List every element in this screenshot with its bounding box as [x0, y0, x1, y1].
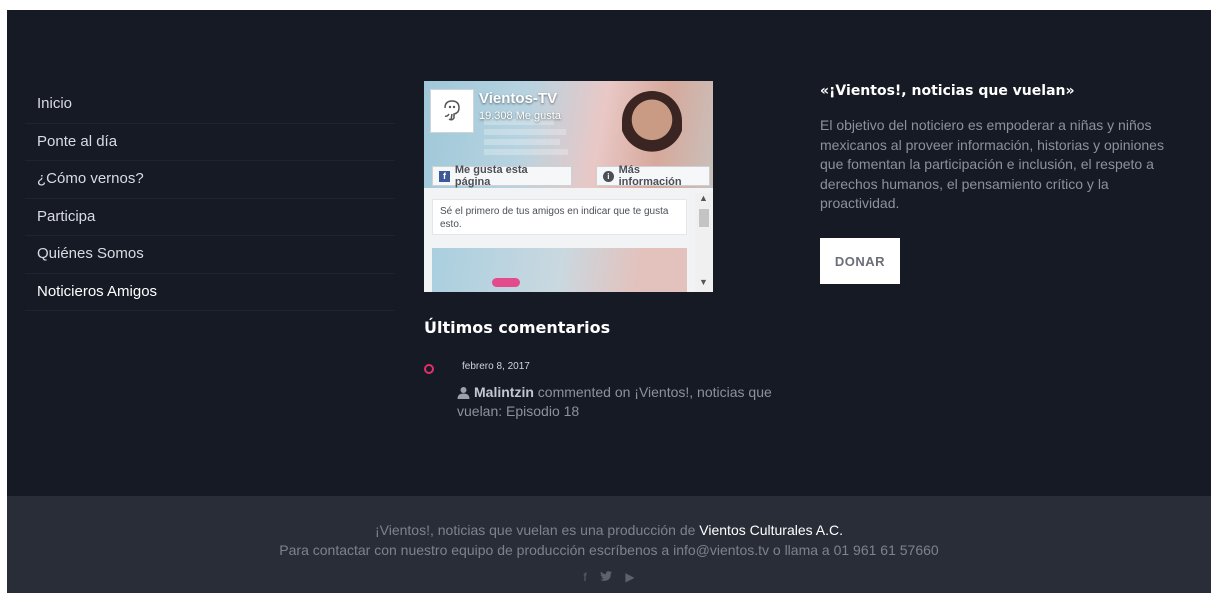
fb-page-avatar[interactable] — [430, 89, 474, 133]
twitter-icon[interactable] — [600, 570, 613, 584]
fb-like-count: 19.308 Me gusta — [479, 110, 561, 122]
footer-org-link[interactable]: Vientos Culturales A.C. — [699, 522, 843, 538]
youtube-icon[interactable]: ▶ — [625, 570, 634, 584]
nav-item-inicio[interactable]: Inicio — [25, 86, 395, 124]
nav-item-label: Quiénes Somos — [37, 245, 144, 263]
nav-item-ponte-al-dia[interactable]: Ponte al día — [25, 124, 395, 161]
footer-contact: Para contactar con nuestro equipo de pro… — [279, 542, 939, 558]
nav-item-label: Noticieros Amigos — [37, 282, 158, 300]
about-description: El objetivo del noticiero es empoderar a… — [820, 117, 1164, 211]
facebook-icon[interactable]: f — [583, 570, 586, 584]
fb-post-image[interactable] — [432, 248, 687, 292]
nav-item-label: Ponte al día — [37, 132, 118, 150]
footer-credits-text: ¡Vientos!, noticias que vuelan es una pr… — [374, 522, 696, 538]
nav-item-label: Participa — [37, 207, 96, 225]
fb-like-page-button[interactable]: f Me gusta esta página — [432, 164, 572, 188]
recent-comments-heading: Últimos comentarios — [424, 318, 611, 337]
facebook-page-widget: Vientos-TV 19.308 Me gusta f Me gusta es… — [424, 81, 713, 292]
chevron-down-icon[interactable]: ▼ — [699, 277, 708, 287]
cover-stripe — [484, 149, 568, 155]
comment-author-link[interactable]: Malintzin — [474, 384, 534, 400]
nav-item-noticieros-amigos[interactable]: Noticieros Amigos — [25, 274, 395, 311]
page-frame: Inicio Ponte al día ¿Cómo vernos? Partic… — [7, 10, 1211, 593]
about-heading: «¡Vientos!, noticias que vuelan» — [820, 83, 1075, 99]
fb-like-label: Me gusta esta página — [454, 164, 528, 188]
fb-cover-image[interactable]: Vientos-TV 19.308 Me gusta f Me gusta es… — [424, 81, 713, 188]
scrollbar-thumb[interactable] — [699, 209, 709, 227]
fb-scrollbar[interactable]: ▲ ▼ — [695, 193, 713, 292]
fb-friends-text: Sé el primero de tus amigos en indicar q… — [432, 199, 687, 235]
nav-item-como-vernos[interactable]: ¿Cómo vernos? — [25, 161, 395, 199]
fb-page-name[interactable]: Vientos-TV — [479, 90, 557, 107]
cover-stripe — [484, 139, 560, 145]
chevron-up-icon[interactable]: ▲ — [699, 193, 708, 203]
comment-bullet-icon — [424, 364, 434, 374]
nav-item-quienes-somos[interactable]: Quiénes Somos — [25, 236, 395, 274]
fb-timeline[interactable]: Sé el primero de tus amigos en indicar q… — [424, 193, 713, 292]
user-icon — [457, 387, 470, 399]
cover-photo-child — [622, 91, 682, 163]
donate-button[interactable]: DONAR — [820, 238, 900, 284]
comment-entry: Malintzin commented on ¡Vientos!, notici… — [457, 383, 797, 421]
fb-more-info-label: Más información — [618, 164, 682, 188]
footer-nav: Inicio Ponte al día ¿Cómo vernos? Partic… — [25, 86, 395, 311]
fb-more-info-button[interactable]: i Más información — [596, 164, 710, 188]
footer-credits: ¡Vientos!, noticias que vuelan es una pr… — [7, 522, 1211, 538]
info-icon: i — [603, 170, 614, 182]
site-footer: ¡Vientos!, noticias que vuelan es una pr… — [7, 496, 1211, 593]
footer-social-links: f ▶ — [7, 570, 1211, 584]
cover-stripe — [484, 129, 566, 135]
nav-item-participa[interactable]: Participa — [25, 199, 395, 236]
nav-item-label: ¿Cómo vernos? — [37, 170, 144, 188]
vientos-logo-icon — [444, 100, 460, 121]
nav-item-label: Inicio — [37, 95, 73, 113]
comment-date: febrero 8, 2017 — [462, 361, 530, 372]
facebook-icon: f — [439, 170, 450, 182]
post-hashtag — [492, 278, 520, 287]
